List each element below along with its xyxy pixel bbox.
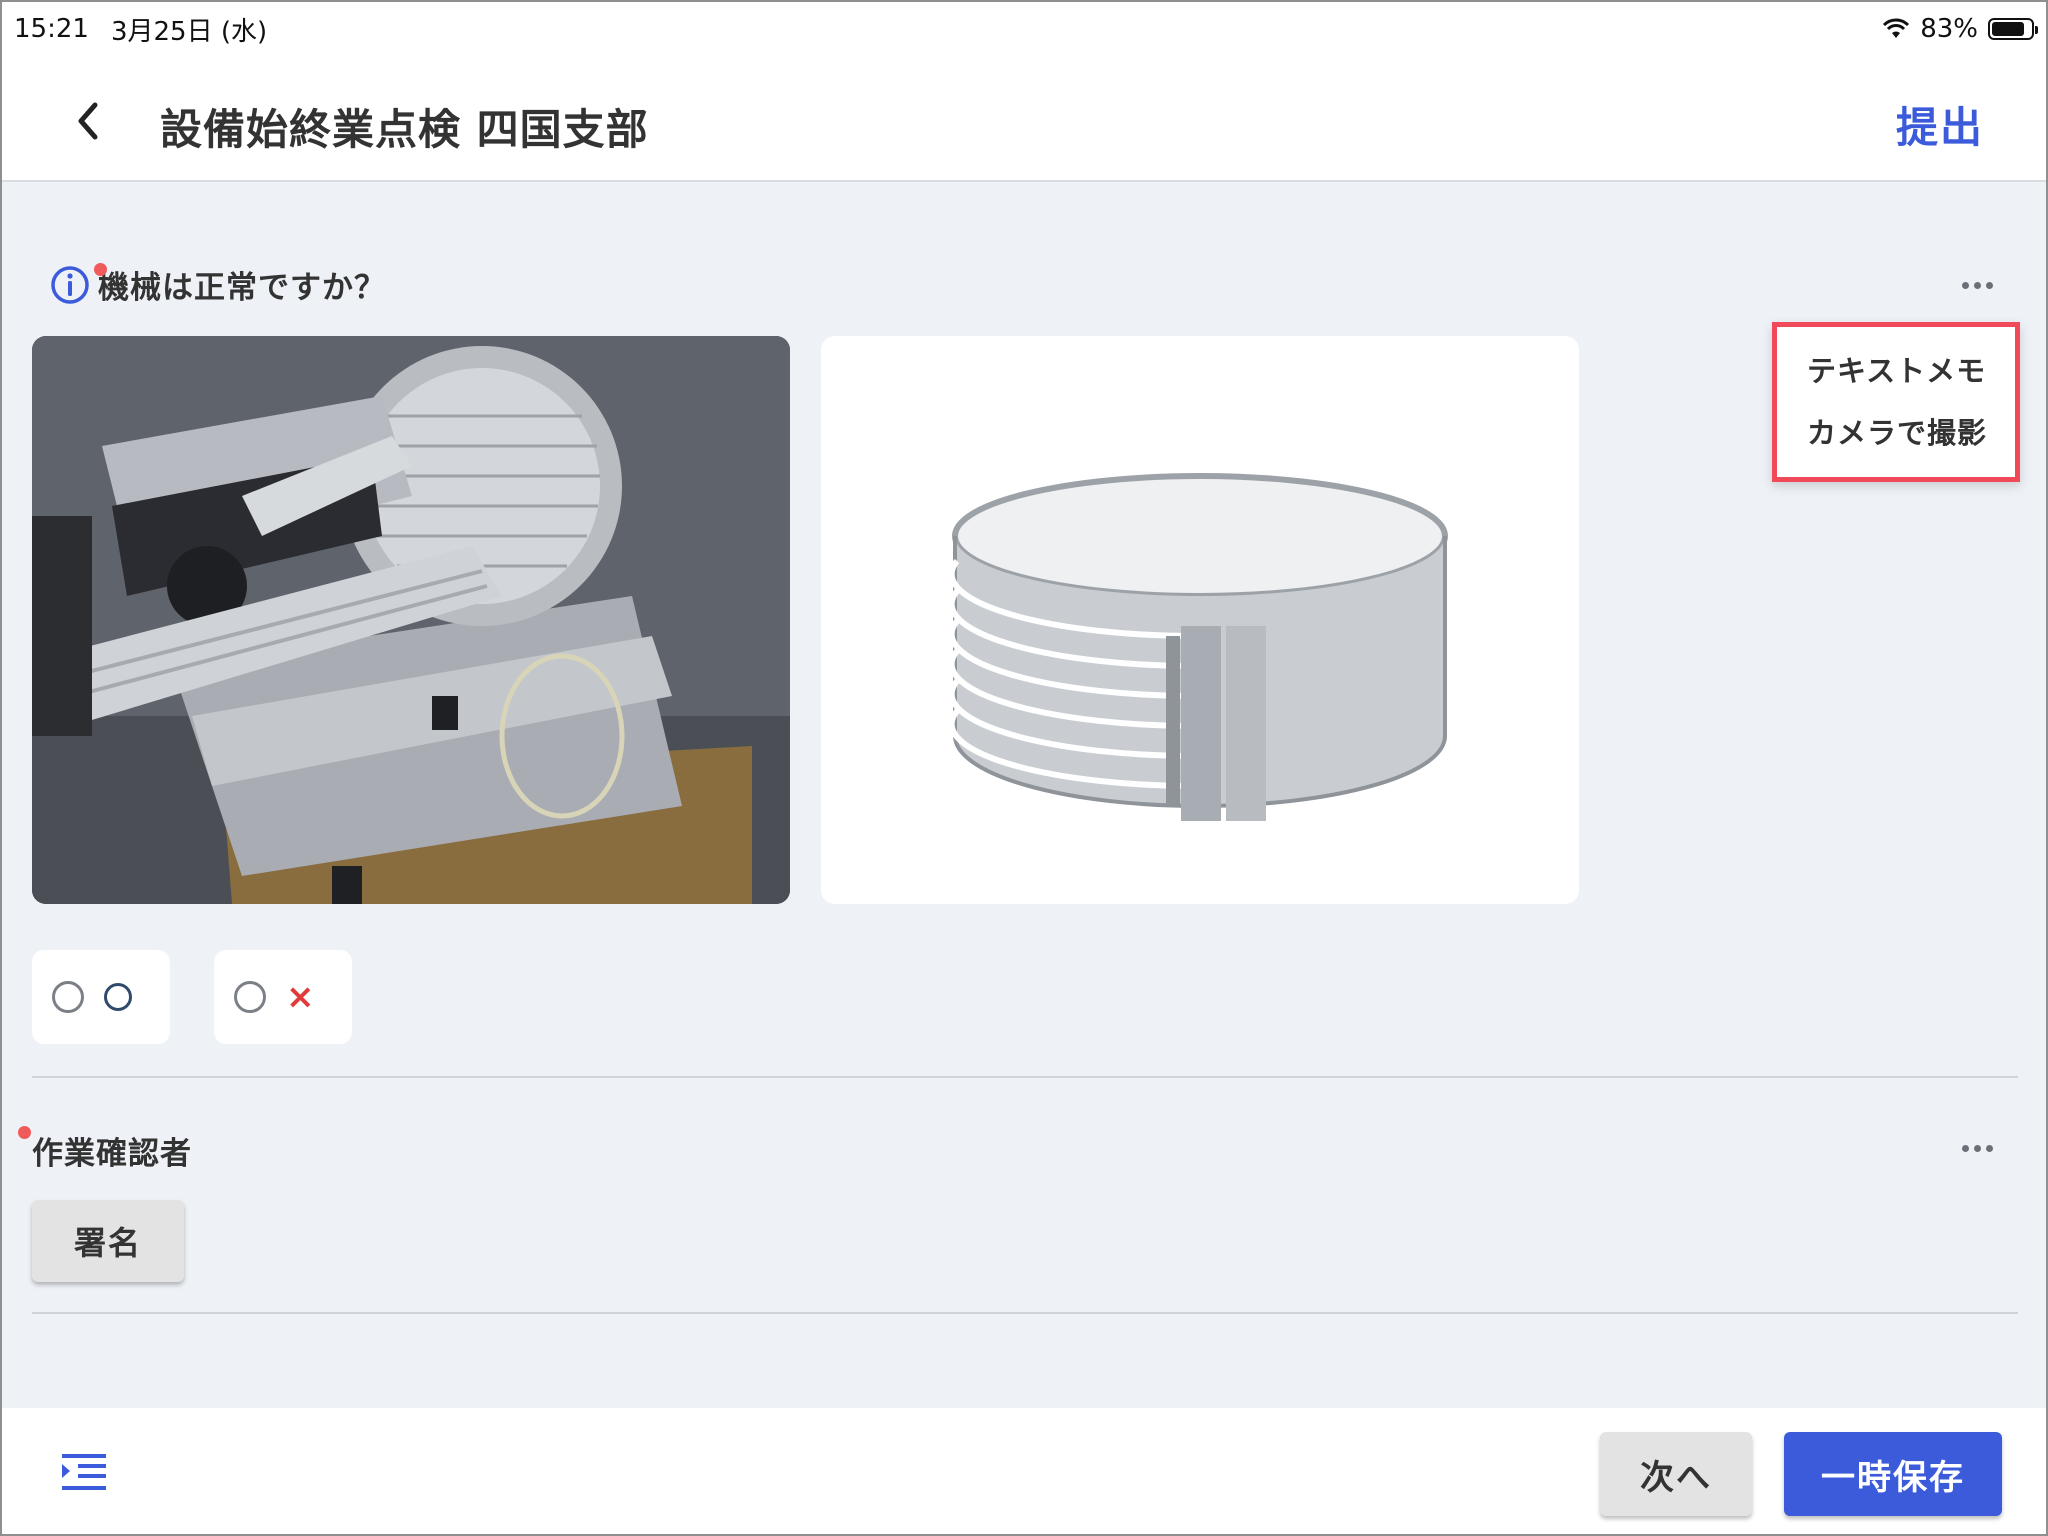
question-label: 機械は正常ですか？ [98,270,386,306]
battery-icon [1988,18,2038,40]
header: 設備始終業点検 四国支部 提出 [0,58,2048,182]
status-date: 3月25日 (水) [110,16,268,47]
battery-percent: 83% [1920,14,1978,44]
wifi-icon [1883,18,1910,38]
status-bar: 15:21 3月25日 (水) 83% [0,0,2048,58]
more-dot [1962,282,1969,289]
save-draft-button[interactable]: 一時保存 [1784,1432,2002,1516]
sign-button[interactable]: 署名 [32,1200,184,1282]
question-more-button[interactable] [1952,272,2003,299]
next-button[interactable]: 次へ [1600,1432,1752,1516]
submit-button[interactable]: 提出 [1896,94,1984,155]
chevron-left-icon [78,102,98,140]
more-dot [1974,282,1981,289]
signature-more-button[interactable] [1952,1135,2003,1162]
menu-item-text-memo[interactable]: テキストメモ [1807,340,2015,402]
signature-section-label: 作業確認者 [32,1136,192,1172]
slicer-image [32,336,790,904]
footer-toolbar: 次へ 一時保存 [0,1408,2048,1536]
more-dot [1962,1145,1969,1152]
choice-ok[interactable] [32,950,170,1044]
attached-photo-cake-ring[interactable] [821,336,1579,904]
choice-ng[interactable]: × [214,950,352,1044]
attached-photo-slicer[interactable] [32,336,790,904]
section-divider [32,1312,2018,1314]
more-dot [1986,1145,1993,1152]
cross-mark-icon: × [286,977,315,1017]
more-dot [1986,282,1993,289]
page-title: 設備始終業点検 四国支部 [160,105,649,154]
radio-button[interactable] [52,981,84,1013]
outline-list-icon[interactable] [62,1452,106,1492]
section-divider [32,1076,2018,1078]
back-button[interactable] [62,96,112,146]
question-context-menu: テキストメモ カメラで撮影 [1772,322,2020,482]
battery-fill [1992,22,2024,36]
required-indicator [18,1126,31,1139]
circle-mark-icon [104,983,132,1011]
required-indicator [94,263,107,276]
info-icon[interactable] [50,265,90,305]
cake-ring-image [821,336,1579,904]
menu-item-camera[interactable]: カメラで撮影 [1807,402,2015,464]
radio-button[interactable] [234,981,266,1013]
status-right: 83% [1882,14,2038,44]
more-dot [1974,1145,1981,1152]
status-time: 15:21 [14,14,89,44]
